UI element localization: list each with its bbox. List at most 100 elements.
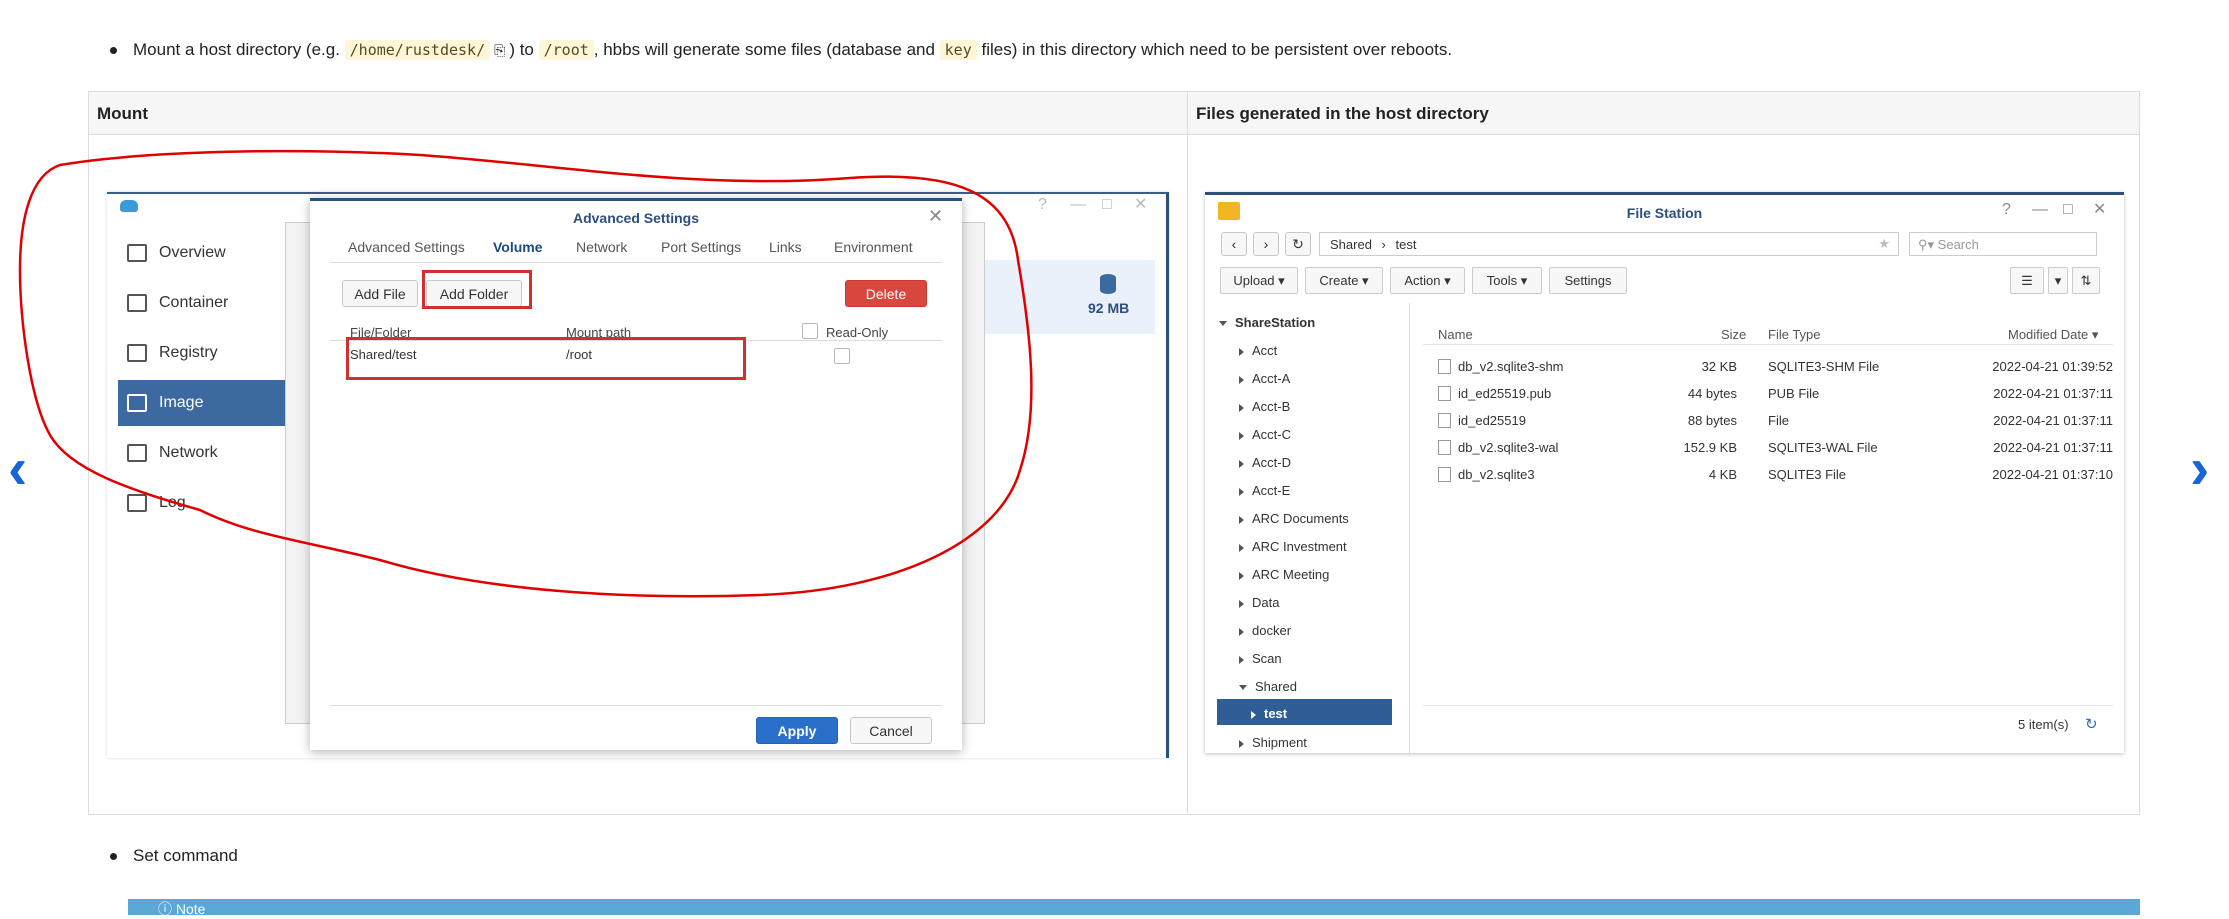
file-type: SQLITE3 File — [1768, 467, 1847, 482]
tree-item[interactable]: Acct-A — [1239, 371, 1290, 386]
file-name: id_ed25519.pub — [1458, 386, 1552, 401]
fs-help-icon[interactable]: ? — [2002, 201, 2011, 219]
tools-button[interactable]: Tools ▾ — [1472, 267, 1542, 294]
upload-button[interactable]: Upload ▾ — [1220, 267, 1298, 294]
expand-icon — [1239, 431, 1244, 440]
tree-item[interactable]: Acct-C — [1239, 427, 1291, 442]
expand-icon — [1239, 403, 1244, 412]
path-test[interactable]: test — [1396, 237, 1417, 252]
upload-label: Upload — [1233, 273, 1275, 288]
favorite-star-icon[interactable]: ★ — [1878, 236, 1890, 252]
table-row[interactable]: db_v2.sqlite3-wal 152.9 KB SQLITE3-WAL Fil… — [1423, 434, 2113, 460]
tree-label: Acct-A — [1252, 371, 1291, 386]
tree-label: Scan — [1252, 651, 1282, 666]
file-list: Name Size File Type Modified Date ▾ db_v… — [1423, 303, 2113, 756]
file-modified: 2022-04-21 01:37:10 — [1992, 467, 2113, 482]
col-size[interactable]: Size — [1721, 327, 1746, 342]
carousel-prev-icon[interactable]: ‹ — [8, 440, 48, 498]
refresh-icon[interactable]: ↻ — [1285, 232, 1311, 256]
file-type: PUB File — [1768, 386, 1820, 401]
fs-minimize-icon[interactable]: — — [2032, 201, 2048, 219]
set-command-bullet: Set command — [110, 846, 238, 866]
view-dropdown-icon[interactable]: ▾ — [2048, 267, 2068, 294]
path-bar[interactable]: Shared › test ★ — [1319, 232, 1899, 256]
action-button[interactable]: Action ▾ — [1390, 267, 1465, 294]
table-row[interactable]: id_ed25519.pub 44 bytes PUB File 2022-04-21… — [1423, 380, 2113, 406]
fs-close-icon[interactable]: ✕ — [2093, 199, 2106, 219]
status-refresh-icon[interactable]: ↻ — [2085, 715, 2098, 733]
status-divider — [1423, 705, 2113, 706]
file-size: 88 bytes — [1687, 413, 1737, 428]
expand-icon — [1239, 459, 1244, 468]
sort-icon[interactable]: ⇅ — [2072, 267, 2100, 294]
folder-tree: ShareStation Acct Acct-A Acct-B Acct-C A… — [1205, 303, 1410, 756]
file-icon — [1438, 413, 1451, 428]
tree-label: docker — [1252, 623, 1292, 638]
file-icon — [1438, 440, 1451, 455]
collapse-icon — [1239, 685, 1247, 691]
search-icon: ⚲▾ — [1918, 237, 1935, 252]
tree-label: Acct-D — [1252, 455, 1291, 470]
expand-icon — [1239, 347, 1244, 356]
bullet-dot — [110, 852, 117, 860]
tree-item-shared[interactable]: Shared — [1239, 679, 1297, 694]
tree-item[interactable]: Acct — [1239, 343, 1277, 358]
expand-icon — [1239, 543, 1244, 552]
tree-item[interactable]: Acct-B — [1239, 399, 1290, 414]
col-name[interactable]: Name — [1438, 327, 1473, 342]
set-command-text: Set command — [133, 846, 238, 865]
col-type[interactable]: File Type — [1768, 327, 1821, 342]
tree-item[interactable]: Data — [1239, 595, 1279, 610]
expand-icon — [1239, 571, 1244, 580]
table-row[interactable]: db_v2.sqlite3-shm 32 KB SQLITE3-SHM File 20… — [1423, 353, 2113, 379]
forward-icon[interactable]: › — [1253, 232, 1279, 256]
create-label: Create — [1319, 273, 1359, 288]
file-name: id_ed25519 — [1458, 413, 1526, 428]
file-name: db_v2.sqlite3-shm — [1458, 359, 1564, 374]
list-view-icon[interactable]: ☰ — [2010, 267, 2044, 294]
path-shared[interactable]: Shared — [1330, 237, 1372, 252]
expand-icon — [1239, 655, 1244, 664]
tree-item[interactable]: Scan — [1239, 651, 1282, 666]
file-size: 152.9 KB — [1683, 440, 1738, 455]
expand-icon — [1239, 487, 1244, 496]
file-icon — [1438, 386, 1451, 401]
file-station-title: File Station — [1626, 205, 1703, 221]
search-field[interactable]: ⚲▾ Search — [1909, 232, 2097, 256]
tree-item[interactable]: ARC Meeting — [1239, 567, 1329, 582]
file-modified: 2022-04-21 01:37:11 — [1993, 440, 2113, 455]
tree-item[interactable]: ARC Documents — [1239, 511, 1349, 526]
tree-item-test-selected[interactable] — [1217, 699, 1392, 725]
tree-item-test[interactable]: test — [1251, 706, 1287, 721]
tools-label: Tools — [1486, 273, 1518, 288]
file-size: 44 bytes — [1687, 386, 1737, 401]
tree-label: ShareStation — [1235, 315, 1316, 330]
carousel-next-icon[interactable]: › — [2190, 440, 2229, 498]
path-separator-icon: › — [1381, 237, 1386, 252]
file-type: SQLITE3-WAL File — [1768, 440, 1878, 455]
tree-item[interactable]: Acct-E — [1239, 483, 1290, 498]
tree-root[interactable]: ShareStation — [1219, 315, 1315, 330]
expand-icon — [1239, 599, 1244, 608]
tree-item[interactable]: Shipment — [1239, 735, 1307, 750]
file-station-window: File Station ? — □ ✕ ‹ › ↻ Shared › test… — [1205, 192, 2124, 756]
file-modified: 2022-04-21 01:37:11 — [1993, 386, 2113, 401]
back-icon[interactable]: ‹ — [1221, 232, 1247, 256]
col-modified[interactable]: Modified Date ▾ — [2008, 327, 2098, 343]
action-label: Action — [1404, 273, 1441, 288]
tree-label: test — [1264, 706, 1288, 721]
file-name: db_v2.sqlite3-wal — [1458, 440, 1559, 455]
tree-label: Shipment — [1252, 735, 1307, 750]
tree-label: Acct-B — [1252, 399, 1291, 414]
create-button[interactable]: Create ▾ — [1305, 267, 1383, 294]
expand-icon — [1219, 321, 1227, 327]
tree-label: ARC Meeting — [1252, 567, 1330, 582]
file-modified: 2022-04-21 01:39:52 — [1992, 359, 2113, 374]
tree-item[interactable]: docker — [1239, 623, 1291, 638]
tree-item[interactable]: ARC Investment — [1239, 539, 1347, 554]
settings-button[interactable]: Settings — [1549, 267, 1627, 294]
table-row[interactable]: db_v2.sqlite3 4 KB SQLITE3 File 2022-04-21 … — [1423, 461, 2113, 487]
tree-item[interactable]: Acct-D — [1239, 455, 1291, 470]
table-row[interactable]: id_ed25519 88 bytes File 2022-04-21 01:37:1… — [1423, 407, 2113, 433]
fs-maximize-icon[interactable]: □ — [2063, 201, 2073, 219]
